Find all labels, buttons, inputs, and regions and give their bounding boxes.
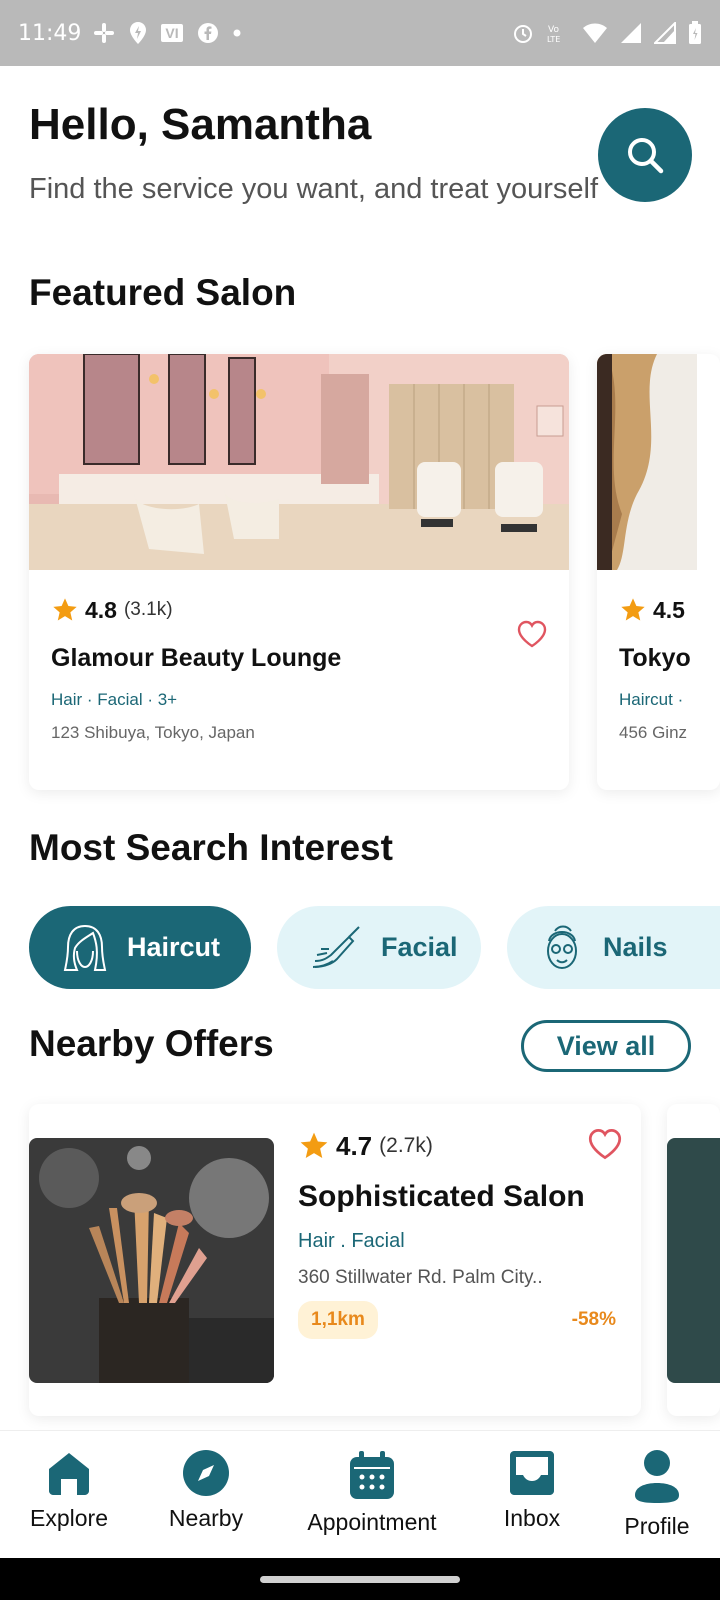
salon-name: Tokyo — [619, 644, 691, 672]
inbox-icon — [510, 1451, 554, 1495]
offer-address: 360 Stillwater Rd. Palm City.. — [298, 1267, 543, 1288]
search-button[interactable] — [598, 108, 692, 202]
rating-count: (2.7k) — [379, 1134, 433, 1157]
signal-icon — [620, 22, 642, 44]
star-icon — [53, 598, 77, 621]
chip-label: Facial — [381, 932, 458, 962]
home-gesture-pill[interactable] — [260, 1576, 460, 1583]
svg-text:Vo: Vo — [548, 25, 559, 35]
nav-nearby[interactable]: Nearby — [166, 1449, 246, 1532]
chip-haircut[interactable]: Haircut — [29, 906, 251, 989]
star-icon — [300, 1132, 328, 1158]
facebook-icon — [197, 22, 219, 44]
nav-label: Nearby — [168, 1505, 244, 1531]
featured-card[interactable]: 4.8 (3.1k) Glamour Beauty Lounge Hair · … — [29, 354, 569, 790]
system-icons: Vo LTE — [512, 21, 702, 45]
nav-label: Explore — [30, 1505, 108, 1531]
greeting: Hello, Samantha — [29, 100, 372, 149]
offer-card[interactable] — [667, 1104, 720, 1416]
chip-label: Haircut — [127, 932, 221, 962]
status-bar: 11:49 VI Vo LTE — [0, 0, 720, 66]
salon-name: Glamour Beauty Lounge — [51, 644, 342, 672]
nav-profile[interactable]: Profile — [617, 1449, 697, 1540]
battery-icon — [688, 21, 702, 45]
nav-label: Appointment — [307, 1509, 437, 1535]
rating-row: 4.5 — [619, 596, 698, 624]
dot-icon — [233, 29, 241, 37]
wifi-icon — [582, 22, 608, 44]
home-icon — [49, 1453, 89, 1495]
offer-salon-name: Sophisticated Salon — [298, 1180, 585, 1213]
distance-badge: 1,1km — [298, 1301, 378, 1339]
favorite-heart-icon[interactable] — [588, 1128, 622, 1160]
alarm-icon — [512, 22, 534, 44]
haircut-icon — [63, 924, 107, 971]
nav-inbox[interactable]: Inbox — [492, 1449, 572, 1532]
interest-title: Most Search Interest — [29, 827, 393, 868]
nav-appointment[interactable]: Appointment — [302, 1449, 442, 1536]
rating-count: (3.1k) — [123, 599, 173, 620]
salon-photo — [597, 354, 720, 570]
rating-value: 4.5 — [653, 596, 685, 623]
compass-icon — [183, 1450, 229, 1496]
signal-icon — [654, 22, 676, 44]
notification-icons: VI — [93, 21, 241, 45]
salon-tags: Haircut · — [619, 690, 684, 709]
chip-facial[interactable]: Facial — [277, 906, 481, 989]
discount-label: -58% — [571, 1309, 616, 1330]
offer-photo — [29, 1138, 274, 1383]
rating-value: 4.7 — [336, 1130, 373, 1161]
star-icon — [621, 598, 645, 621]
nearby-title: Nearby Offers — [29, 1023, 274, 1064]
offer-photo — [667, 1138, 720, 1383]
offer-card[interactable]: 4.7 (2.7k) Sophisticated Salon Hair . Fa… — [29, 1104, 641, 1416]
featured-title: Featured Salon — [29, 272, 297, 313]
profile-icon — [635, 1450, 679, 1503]
bottom-nav: Explore Nearby Appointment Inbox Profile — [0, 1430, 720, 1558]
salon-address: 456 Ginz — [619, 723, 688, 742]
rating-row: 4.7 (2.7k) — [298, 1130, 616, 1162]
view-all-button[interactable]: View all — [521, 1020, 691, 1072]
search-icon — [628, 138, 664, 174]
calendar-icon — [350, 1451, 394, 1499]
vi-icon: VI — [161, 24, 183, 42]
featured-card[interactable]: 4.5 Tokyo Haircut · 456 Ginz — [597, 354, 720, 790]
chip-nails[interactable]: Nails — [507, 906, 720, 989]
rating-value: 4.8 — [85, 596, 117, 623]
favorite-heart-icon[interactable] — [517, 620, 547, 648]
slack-icon — [93, 22, 115, 44]
location-icon — [129, 21, 147, 45]
nails-icon — [547, 925, 577, 969]
salon-tags: Hair · Facial · 3+ — [51, 690, 178, 709]
offer-tags: Hair . Facial — [298, 1230, 405, 1252]
volte-icon: Vo LTE — [546, 22, 570, 44]
subtitle: Find the service you want, and treat you… — [29, 173, 599, 205]
nav-label: Profile — [624, 1513, 690, 1539]
chip-label: Nails — [603, 932, 668, 962]
status-time: 11:49 — [18, 20, 82, 46]
facial-icon — [312, 925, 360, 968]
nav-explore[interactable]: Explore — [29, 1449, 109, 1532]
svg-text:LTE: LTE — [547, 35, 560, 44]
salon-address: 123 Shibuya, Tokyo, Japan — [51, 723, 255, 742]
salon-photo — [29, 354, 569, 570]
nav-label: Inbox — [503, 1505, 561, 1531]
rating-row: 4.8 (3.1k) — [51, 596, 547, 624]
